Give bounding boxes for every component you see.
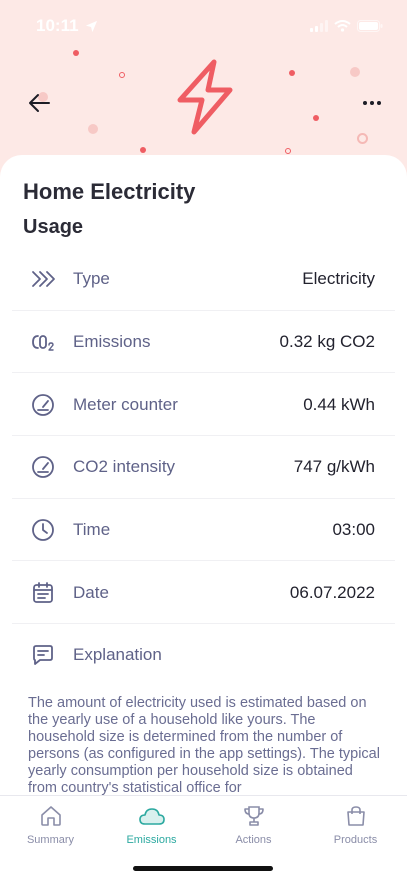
decor-dot — [289, 70, 295, 76]
decor-dot — [285, 148, 291, 154]
detail-row-emissions: Emissions 0.32 kg CO2 — [0, 311, 407, 374]
status-time: 10:11 — [36, 16, 79, 35]
detail-list: Type Electricity Emissions 0.32 kg CO2 M… — [0, 248, 407, 687]
detail-value: 747 g/kWh — [293, 457, 375, 477]
tab-label: Emissions — [126, 834, 177, 846]
decor-dot — [357, 133, 368, 144]
detail-value: 06.07.2022 — [289, 582, 375, 602]
status-bar: 10:11 — [36, 14, 383, 38]
detail-value: 0.44 kWh — [303, 394, 375, 414]
more-horizontal-icon — [363, 101, 381, 105]
home-indicator — [133, 866, 273, 871]
detail-label: Date — [73, 582, 109, 602]
detail-sheet: Home Electricity Usage Type Electricity … — [0, 155, 407, 795]
calendar-icon — [30, 580, 56, 606]
detail-row-co2-intensity: CO2 intensity 747 g/kWh — [0, 436, 407, 499]
hero-header: 10:11 — [0, 0, 407, 175]
shopping-bag-icon — [344, 802, 368, 830]
decor-dot — [88, 124, 98, 134]
clock-icon — [30, 517, 56, 543]
detail-label: CO2 intensity — [73, 457, 176, 477]
trophy-icon — [242, 802, 266, 830]
chat-icon — [30, 642, 56, 668]
detail-label: Type — [73, 269, 110, 289]
gauge-icon — [30, 454, 56, 480]
detail-label: Explanation — [73, 645, 162, 665]
detail-label: Time — [73, 520, 111, 540]
tab-products[interactable]: Products — [305, 802, 406, 846]
detail-row-meter-counter: Meter counter 0.44 kWh — [0, 373, 407, 437]
tab-label: Summary — [26, 834, 75, 846]
cellular-signal-icon — [310, 20, 328, 32]
detail-value: 03:00 — [332, 520, 375, 540]
detail-value: Electricity — [302, 269, 375, 289]
detail-row-date: Date 06.07.2022 — [0, 561, 407, 625]
tab-emissions[interactable]: Emissions — [101, 802, 202, 846]
decor-dot — [350, 67, 360, 77]
bottom-tab-bar: Summary Emissions Actions Products — [0, 795, 407, 881]
page-title: Home Electricity — [23, 179, 196, 204]
detail-label: Meter counter — [73, 394, 178, 414]
decor-dot — [140, 147, 146, 153]
home-icon — [39, 802, 63, 830]
detail-row-time: Time 03:00 — [0, 499, 407, 562]
tab-label: Actions — [235, 834, 272, 846]
wifi-icon — [334, 20, 351, 32]
gauge-icon — [30, 392, 56, 418]
detail-label: Emissions — [73, 332, 151, 352]
chevrons-right-icon — [30, 266, 56, 292]
tab-actions[interactable]: Actions — [203, 802, 304, 846]
explanation-text: The amount of electricity used is estima… — [28, 695, 380, 795]
back-button[interactable] — [24, 88, 54, 118]
decor-dot — [73, 50, 79, 56]
section-title: Usage — [23, 216, 84, 238]
detail-value: 0.32 kg CO2 — [279, 332, 375, 352]
cloud-icon — [138, 802, 166, 830]
lightning-bolt-icon — [177, 59, 233, 135]
detail-row-type: Type Electricity — [0, 248, 407, 311]
battery-icon — [357, 20, 383, 32]
tab-summary[interactable]: Summary — [0, 802, 101, 846]
detail-row-explanation: Explanation — [0, 624, 407, 687]
decor-dot — [313, 115, 319, 121]
more-options-button[interactable] — [357, 88, 387, 118]
location-arrow-icon — [85, 20, 97, 32]
tab-label: Products — [333, 834, 378, 846]
co2-icon — [30, 329, 56, 355]
arrow-left-icon — [29, 94, 50, 112]
decor-dot — [119, 72, 125, 78]
